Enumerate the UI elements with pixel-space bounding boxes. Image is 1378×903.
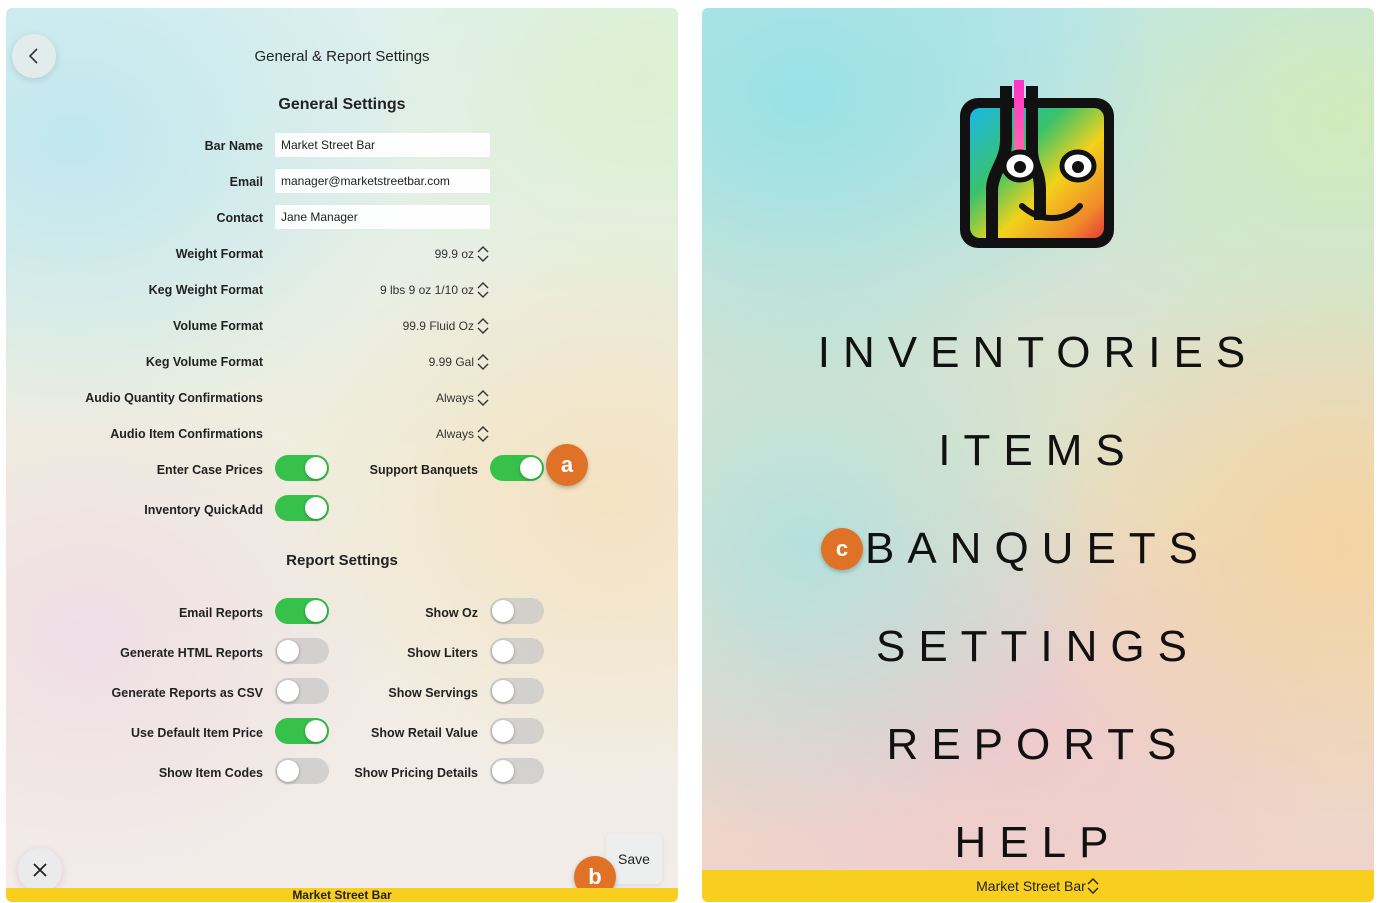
close-icon xyxy=(33,863,47,877)
generate-reports-csv-toggle[interactable] xyxy=(275,678,329,704)
annotation-badge-c: c xyxy=(821,528,863,570)
inventory-quickadd-label: Inventory QuickAdd xyxy=(144,503,263,517)
general-settings-heading: General Settings xyxy=(278,96,406,113)
toggle-knob xyxy=(492,760,514,782)
weight-format-value: 99.9 oz xyxy=(434,247,474,261)
enter-case-prices-label: Enter Case Prices xyxy=(156,463,263,477)
toggle-knob xyxy=(492,640,514,662)
enter-case-prices-toggle[interactable] xyxy=(275,455,329,481)
show-oz-toggle[interactable] xyxy=(490,598,544,624)
toggle-knob xyxy=(277,680,299,702)
audio-quantity-confirmations-value: Always xyxy=(435,391,474,405)
generate-reports-csv-label: Generate Reports as CSV xyxy=(111,686,263,700)
toggle-knob xyxy=(305,720,327,742)
bar-name-label: Bar Name xyxy=(204,139,263,153)
toggle-knob xyxy=(305,457,327,479)
show-liters-label: Show Liters xyxy=(407,646,478,660)
toggle-knob xyxy=(492,720,514,742)
up-down-chevron-icon xyxy=(477,390,489,406)
email-field[interactable]: manager@marketstreetbar.com xyxy=(275,169,490,193)
show-retail-value-label: Show Retail Value xyxy=(371,726,478,740)
toggle-knob xyxy=(305,600,327,622)
volume-format-value: 99.9 Fluid Oz xyxy=(402,319,474,333)
menu-item-settings[interactable]: SETTINGS xyxy=(702,622,1374,672)
toggle-knob xyxy=(305,497,327,519)
show-pricing-details-label: Show Pricing Details xyxy=(354,766,478,780)
up-down-chevron-icon xyxy=(477,318,489,334)
generate-html-reports-label: Generate HTML Reports xyxy=(120,646,263,660)
show-item-codes-toggle[interactable] xyxy=(275,758,329,784)
up-down-chevron-icon xyxy=(477,282,489,298)
toggle-knob xyxy=(520,457,542,479)
keg-weight-format-value: 9 lbs 9 oz 1/10 oz xyxy=(379,283,474,297)
email-reports-toggle[interactable] xyxy=(275,598,329,624)
up-down-chevron-icon xyxy=(477,246,489,262)
audio-item-confirmations-value: Always xyxy=(435,427,474,441)
inventory-quickadd-toggle[interactable] xyxy=(275,495,329,521)
main-menu-panel: INVENTORIES ITEMS BANQUETS c SETTINGS RE… xyxy=(702,8,1374,902)
keg-weight-format-label: Keg Weight Format xyxy=(148,283,263,297)
toggle-knob xyxy=(492,680,514,702)
up-down-chevron-icon xyxy=(1087,878,1099,894)
bar-selector-label: Market Street Bar xyxy=(976,878,1086,894)
menu-item-items[interactable]: ITEMS xyxy=(702,426,1374,476)
show-servings-toggle[interactable] xyxy=(490,678,544,704)
report-settings-heading: Report Settings xyxy=(286,552,398,569)
up-down-chevron-icon xyxy=(477,426,489,442)
page-title: General & Report Settings xyxy=(254,48,430,65)
weight-format-label: Weight Format xyxy=(175,247,263,261)
keg-volume-format-value: 9.99 Gal xyxy=(428,355,474,369)
use-default-item-price-label: Use Default Item Price xyxy=(131,726,263,740)
keg-volume-format-picker[interactable]: 9.99 Gal xyxy=(429,353,490,371)
menu-item-reports[interactable]: REPORTS xyxy=(702,720,1374,770)
audio-quantity-confirmations-label: Audio Quantity Confirmations xyxy=(85,391,263,405)
support-banquets-toggle[interactable] xyxy=(490,455,544,481)
close-button[interactable] xyxy=(18,848,62,892)
show-servings-label: Show Servings xyxy=(388,686,478,700)
contact-field[interactable]: Jane Manager xyxy=(275,205,490,229)
keg-weight-format-picker[interactable]: 9 lbs 9 oz 1/10 oz xyxy=(380,281,490,299)
email-reports-label: Email Reports xyxy=(178,606,263,620)
generate-html-reports-toggle[interactable] xyxy=(275,638,329,664)
toggle-knob xyxy=(277,640,299,662)
menu-item-inventories[interactable]: INVENTORIES xyxy=(702,328,1374,378)
menu-item-help[interactable]: HELP xyxy=(702,818,1374,868)
app-logo-icon xyxy=(960,80,1114,248)
menu-item-banquets[interactable]: BANQUETS xyxy=(702,524,1374,574)
bar-selector[interactable]: Market Street Bar xyxy=(702,870,1374,902)
up-down-chevron-icon xyxy=(477,354,489,370)
audio-quantity-confirmations-picker[interactable]: Always xyxy=(436,389,490,407)
keg-volume-format-label: Keg Volume Format xyxy=(145,355,263,369)
toggle-knob xyxy=(277,760,299,782)
volume-format-label: Volume Format xyxy=(172,319,263,333)
settings-panel: General & Report Settings General Settin… xyxy=(6,8,678,902)
show-liters-toggle[interactable] xyxy=(490,638,544,664)
contact-label: Contact xyxy=(216,211,263,225)
show-retail-value-toggle[interactable] xyxy=(490,718,544,744)
support-banquets-label: Support Banquets xyxy=(369,463,478,477)
show-item-codes-label: Show Item Codes xyxy=(158,766,263,780)
use-default-item-price-toggle[interactable] xyxy=(275,718,329,744)
toggle-knob xyxy=(492,600,514,622)
show-oz-label: Show Oz xyxy=(425,606,478,620)
show-pricing-details-toggle[interactable] xyxy=(490,758,544,784)
audio-item-confirmations-label: Audio Item Confirmations xyxy=(110,427,263,441)
annotation-badge-a: a xyxy=(546,444,588,486)
bar-name-footer: Market Street Bar xyxy=(6,888,678,902)
bar-name-field[interactable]: Market Street Bar xyxy=(275,133,490,157)
audio-item-confirmations-picker[interactable]: Always xyxy=(436,425,490,443)
weight-format-picker[interactable]: 99.9 oz xyxy=(435,245,490,263)
volume-format-picker[interactable]: 99.9 Fluid Oz xyxy=(403,317,490,335)
email-label: Email xyxy=(229,175,263,189)
